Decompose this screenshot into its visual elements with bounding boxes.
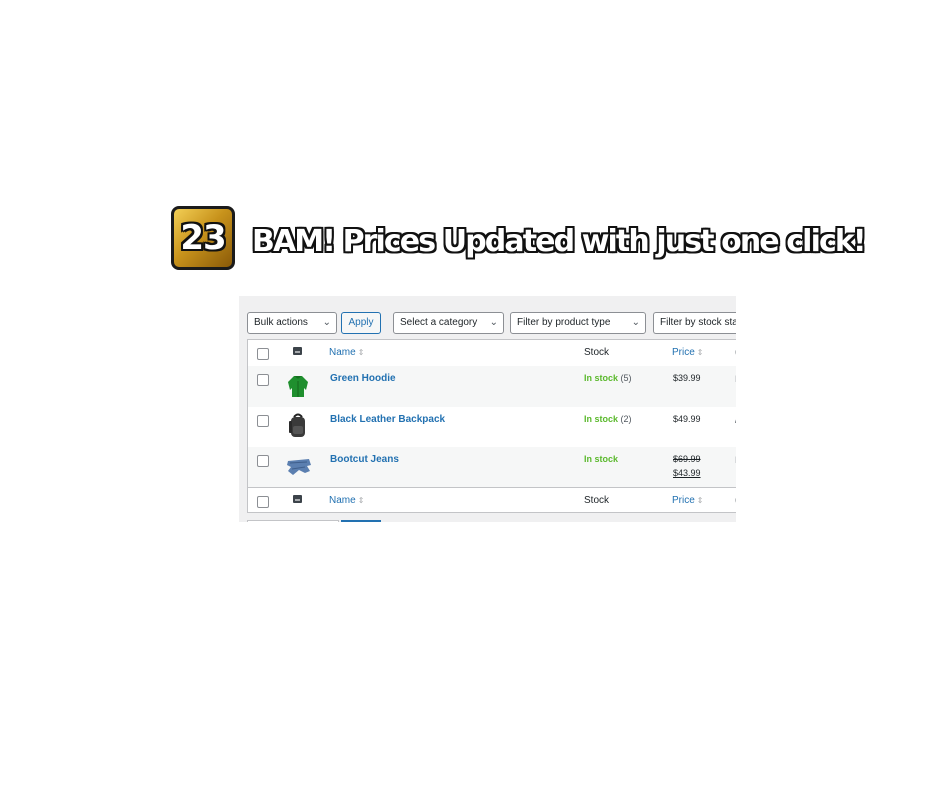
select-all-checkbox[interactable] [257, 496, 269, 508]
product-type-select[interactable]: Filter by product type ⌄ [510, 312, 646, 334]
stock-status-label: Filter by stock sta [660, 317, 736, 328]
price-column-header[interactable]: Price ⇕ [672, 495, 704, 506]
headline-text: BAM! Prices Updated with just one click! [252, 224, 867, 259]
category-label: Select a category [400, 317, 478, 328]
chevron-down-icon: ⌄ [322, 317, 331, 328]
sort-icon: ⇕ [357, 496, 365, 505]
stock-column-header: Stock [584, 347, 610, 358]
product-price: $69.99 $43.99 [673, 454, 701, 478]
product-name-link[interactable]: Green Hoodie [330, 373, 396, 384]
table-header-row: Name⇕ Stock Price⇕ ( [248, 340, 736, 367]
stock-count: (5) [620, 373, 632, 383]
product-name-link[interactable]: Black Leather Backpack [330, 414, 445, 425]
sort-icon: ⇕ [357, 348, 365, 357]
green-hoodie-thumbnail [288, 376, 308, 397]
image-icon [293, 347, 302, 355]
row-checkbox[interactable] [257, 455, 269, 467]
truncated-column-header: ( [735, 347, 736, 358]
backpack-thumbnail [289, 413, 305, 437]
table-row: Black Leather Backpack In stock (2) $49.… [248, 407, 736, 447]
product-price: $49.99 [673, 414, 701, 424]
price-column-header[interactable]: Price ⇕ [672, 347, 704, 358]
apply-button-bottom[interactable] [341, 520, 381, 522]
bulk-actions-select[interactable]: Bulk actions ⌄ [247, 312, 337, 334]
in-stock-label: In stock [584, 373, 619, 383]
product-name-link[interactable]: Bootcut Jeans [330, 454, 399, 465]
name-column-header[interactable]: Name ⇕ [329, 495, 364, 506]
in-stock-label: In stock [584, 414, 619, 424]
step-number-badge: 23 [171, 206, 235, 270]
sort-icon: ⇕ [696, 496, 704, 505]
price-header-label: Price [672, 347, 695, 358]
name-header-label: Name [329, 495, 356, 506]
in-stock-label: In stock [584, 454, 619, 464]
row-checkbox[interactable] [257, 374, 269, 386]
chevron-down-icon: ⌄ [631, 317, 640, 328]
price-header-label: Price [672, 495, 695, 506]
row-checkbox[interactable] [257, 415, 269, 427]
stock-status: In stock (5) [584, 373, 632, 383]
stock-status: In stock (2) [584, 414, 632, 424]
truncated-cell: / [735, 415, 736, 425]
sale-price: $43.99 [673, 468, 701, 478]
bulk-actions-select-bottom[interactable] [247, 520, 339, 522]
image-icon [293, 495, 302, 503]
price-value: $49.99 [673, 414, 701, 424]
stock-column-header: Stock [584, 495, 610, 506]
jeans-thumbnail [287, 459, 311, 475]
product-price: $39.99 [673, 373, 701, 383]
category-select[interactable]: Select a category ⌄ [393, 312, 504, 334]
badge-number: 23 [180, 218, 226, 258]
stock-status: In stock [584, 454, 618, 464]
truncated-column-header: ( [735, 495, 736, 506]
stock-count: (2) [620, 414, 632, 424]
truncated-cell: I [735, 455, 736, 465]
price-value: $39.99 [673, 373, 701, 383]
table-row: Green Hoodie In stock (5) $39.99 I [248, 366, 736, 407]
select-all-checkbox[interactable] [257, 348, 269, 360]
name-column-header[interactable]: Name ⇕ [329, 347, 364, 358]
truncated-cell: I [735, 374, 736, 384]
name-header-label: Name [329, 347, 356, 358]
bulk-actions-label: Bulk actions [254, 317, 308, 328]
table-row: Bootcut Jeans In stock $69.99 $43.99 I [248, 447, 736, 487]
apply-button[interactable]: Apply [341, 312, 381, 334]
sort-icon: ⇕ [696, 348, 704, 357]
regular-price: $69.99 [673, 454, 701, 464]
table-footer-row: Name⇕ Stock Price⇕ ( [248, 487, 736, 514]
stock-status-select[interactable]: Filter by stock sta [653, 312, 736, 334]
chevron-down-icon: ⌄ [489, 317, 498, 328]
products-table: Name⇕ Stock Price⇕ ( Green Hoodie In sto… [247, 339, 736, 513]
product-type-label: Filter by product type [517, 317, 611, 328]
products-table-screenshot: Bulk actions ⌄ Apply Select a category ⌄… [239, 296, 736, 522]
